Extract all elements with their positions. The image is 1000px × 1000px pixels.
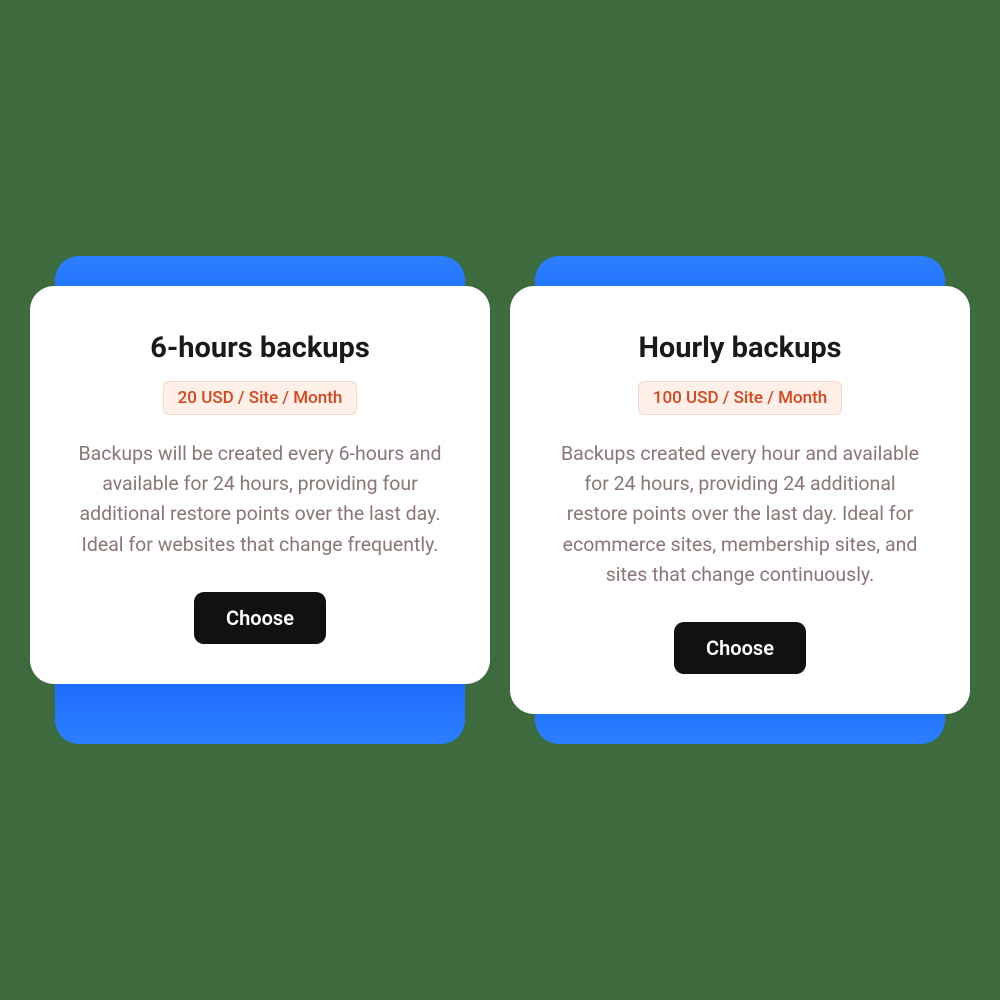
choose-button-hourly[interactable]: Choose xyxy=(674,622,806,674)
plan-title: Hourly backups xyxy=(550,331,930,365)
card-wrapper-6hours: 6-hours backups 20 USD / Site / Month Ba… xyxy=(20,256,500,744)
pricing-cards-container: 6-hours backups 20 USD / Site / Month Ba… xyxy=(0,256,1000,744)
plan-title: 6-hours backups xyxy=(70,331,450,365)
price-badge: 20 USD / Site / Month xyxy=(163,381,358,415)
plan-description: Backups created every hour and available… xyxy=(550,439,930,590)
pricing-card-6hours: 6-hours backups 20 USD / Site / Month Ba… xyxy=(30,286,490,684)
card-wrapper-hourly: Hourly backups 100 USD / Site / Month Ba… xyxy=(500,256,980,744)
price-badge: 100 USD / Site / Month xyxy=(638,381,842,415)
choose-button-6hours[interactable]: Choose xyxy=(194,592,326,644)
plan-description: Backups will be created every 6-hours an… xyxy=(70,439,450,560)
pricing-card-hourly: Hourly backups 100 USD / Site / Month Ba… xyxy=(510,286,970,714)
